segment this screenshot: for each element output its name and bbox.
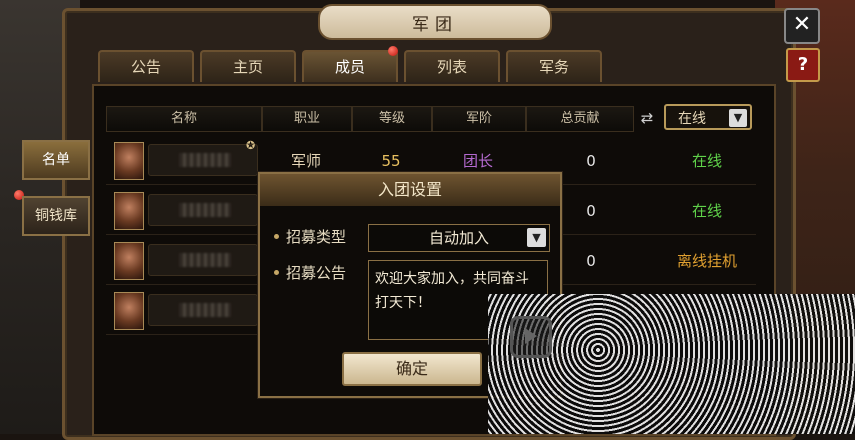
bullet-icon (274, 234, 279, 239)
tab-home[interactable]: 主页 (200, 50, 296, 82)
redacted-name (179, 303, 231, 317)
play-icon (510, 316, 552, 358)
sidebar-item-treasury[interactable]: 铜钱库 (22, 196, 90, 236)
table-header: 名称 职业 等级 军阶 总贡献 (106, 106, 756, 132)
header-contribution[interactable]: 总贡献 (526, 106, 634, 132)
status-filter-select[interactable]: 在线 ▼ (664, 104, 752, 130)
redacted-name (179, 203, 231, 217)
avatar (114, 242, 144, 280)
redacted-name (179, 153, 231, 167)
recruit-notice-label: 招募公告 (286, 264, 347, 282)
header-profession[interactable]: 职业 (262, 106, 352, 132)
sidebar-item-roster[interactable]: 名单 (22, 140, 90, 180)
help-button[interactable]: ? (786, 48, 820, 82)
noise-overlay (488, 294, 855, 434)
window-title: 军团 (318, 4, 552, 40)
bullet-icon (274, 270, 279, 275)
row-status: 在线 (691, 202, 722, 220)
dialog-title: 入团设置 (260, 174, 560, 206)
notification-dot-icon (388, 46, 398, 56)
star-icon: ✪ (246, 139, 256, 152)
member-name-box (148, 294, 258, 326)
row-status: 离线挂机 (676, 252, 737, 270)
row-status: 在线 (691, 152, 722, 170)
header-level[interactable]: 等级 (352, 106, 432, 132)
sort-swap-icon[interactable]: ⇄ (636, 108, 658, 128)
tab-affairs[interactable]: 军务 (506, 50, 602, 82)
tab-members[interactable]: 成员 (302, 50, 398, 82)
recruit-type-label: 招募类型 (286, 228, 347, 246)
recruit-type-select[interactable]: 自动加入 ▼ (368, 224, 550, 252)
chevron-down-icon: ▼ (729, 109, 747, 127)
avatar (114, 292, 144, 330)
redacted-name (179, 253, 231, 267)
avatar (114, 192, 144, 230)
tab-announcement[interactable]: 公告 (98, 50, 194, 82)
header-name[interactable]: 名称 (106, 106, 262, 132)
confirm-button[interactable]: 确定 (342, 352, 482, 386)
avatar (114, 142, 144, 180)
status-filter-value: 在线 (678, 111, 706, 127)
member-name-box (148, 194, 258, 226)
header-rank[interactable]: 军阶 (432, 106, 526, 132)
close-button[interactable]: ✕ (784, 8, 820, 44)
tab-list[interactable]: 列表 (404, 50, 500, 82)
member-name-box (148, 144, 258, 176)
recruit-type-value: 自动加入 (428, 229, 489, 247)
chevron-down-icon: ▼ (527, 228, 546, 247)
member-name-box (148, 244, 258, 276)
